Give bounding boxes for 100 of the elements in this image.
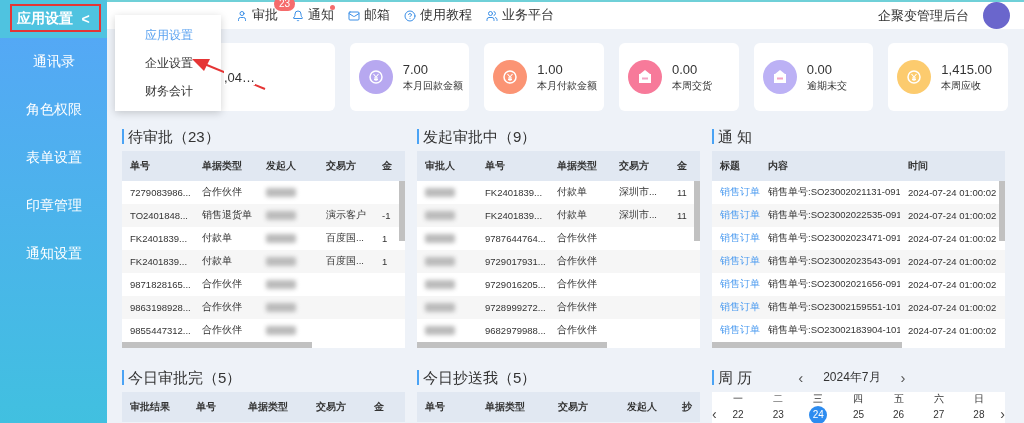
weekday-label: 四 — [852, 392, 865, 406]
sidebar-title: 应用设置 — [17, 10, 74, 28]
panel-title: 发起审批中（9） — [417, 128, 537, 144]
table-cell-text: FK2401839... — [484, 187, 544, 198]
column-header: 单据类型 — [556, 159, 598, 173]
scrollbar[interactable] — [122, 342, 312, 348]
table-cell-text: 合作伙伴 — [556, 301, 598, 314]
previous-month-button[interactable]: ‹ — [798, 368, 804, 386]
previous-week-button[interactable]: ‹ — [712, 406, 717, 422]
nav-item[interactable]: 通知 — [292, 7, 334, 24]
next-week-button[interactable]: › — [1000, 406, 1005, 422]
table-cell-text: TO2401848... — [129, 210, 189, 221]
table-cell-text: 销售订单 — [719, 232, 760, 245]
table-cell-text: 合作伙伴 — [201, 324, 243, 337]
nav-item[interactable]: 邮箱 — [348, 7, 390, 24]
sale-sign-icon — [771, 70, 788, 84]
table-cell-text: 付款单 — [556, 186, 588, 199]
blurred-name — [266, 280, 296, 289]
table-cell-text: FK2401839... — [129, 233, 189, 244]
avatar[interactable] — [983, 2, 1010, 29]
table-cell-text: 9682979988... — [484, 325, 547, 336]
table-cell-text: 9871828165... — [129, 279, 192, 290]
table-cell-text: 付款单 — [201, 232, 233, 245]
blurred-name — [266, 257, 296, 266]
column-header: 单据类型 — [247, 400, 289, 414]
help-icon — [404, 9, 416, 22]
column-header: 抄 — [681, 400, 693, 414]
table-cell-text: 9729017931... — [484, 256, 547, 267]
stat-label: 本月付款金额 — [537, 79, 598, 93]
table-cell-text: 合作伙伴 — [201, 186, 243, 199]
table-cell-text: 深圳市... — [618, 186, 658, 199]
table-cell-text: 9787644764... — [484, 233, 547, 244]
count-badge: 23 — [274, 0, 296, 11]
users-icon — [486, 9, 498, 22]
panel-title: 待审批（23） — [122, 128, 220, 144]
yen-coin-icon — [368, 70, 383, 84]
table-cell-text: 合作伙伴 — [556, 278, 598, 291]
app-title: 企聚变管理后台 — [878, 6, 969, 25]
table-cell-text: 销售订单 — [719, 186, 760, 199]
table-cell-text: 销售订单 — [719, 278, 760, 291]
scrollbar[interactable] — [694, 181, 700, 241]
table-cell-text: 2024-07-24 01:00:02 — [907, 210, 998, 221]
table-cell-text: 付款单 — [201, 255, 233, 268]
blurred-name — [425, 303, 455, 312]
calendar-day[interactable]: 27 — [929, 406, 948, 423]
scrollbar[interactable] — [399, 181, 405, 241]
table-cell-text: 1 — [381, 233, 389, 244]
column-header: 审批人 — [424, 159, 456, 173]
table-cell-text: 销售退货单 — [201, 209, 253, 222]
column-header: 交易方 — [325, 159, 357, 173]
column-header: 金 — [676, 159, 688, 173]
table-cell-text: 百度国... — [325, 232, 365, 245]
table-cell-text: 销售单号:SO23002021131-091 — [767, 186, 900, 199]
weekday-label: 一 — [732, 392, 745, 406]
blurred-name — [266, 234, 296, 243]
blurred-name — [266, 188, 296, 197]
table-cell-text: 11 — [676, 210, 688, 221]
calendar-day[interactable]: 26 — [889, 406, 908, 423]
table-cell-text: 2024-07-24 01:00:02 — [907, 325, 998, 336]
next-month-button[interactable]: › — [900, 368, 906, 386]
table-cell-text: 9855447312... — [129, 325, 192, 336]
table-cell-text: 2024-07-24 01:00:02 — [907, 256, 998, 267]
nav-item[interactable]: 业务平台 — [486, 7, 554, 24]
weekday-label: 六 — [932, 392, 945, 406]
table-cell-text: 合作伙伴 — [556, 232, 598, 245]
weekday-label: 五 — [892, 392, 905, 406]
calendar-day[interactable]: 22 — [729, 406, 748, 423]
scrollbar[interactable] — [999, 181, 1005, 241]
menu-item[interactable]: 财务会计 — [115, 77, 221, 105]
panel-title: 今日审批完（5） — [122, 369, 242, 385]
table-cell-text: 百度国... — [325, 255, 365, 268]
menu-item[interactable]: 企业设置 — [115, 49, 221, 77]
blurred-name — [425, 211, 455, 220]
blurred-name — [266, 211, 296, 220]
blurred-name — [425, 326, 455, 335]
column-header: 金 — [373, 400, 385, 414]
blurred-name — [266, 303, 296, 312]
blurred-name — [425, 280, 455, 289]
table-cell-text: 合作伙伴 — [201, 301, 243, 314]
nav-item[interactable]: 使用教程 — [404, 7, 472, 24]
mail-icon — [348, 9, 360, 22]
month-label: 2024年7月 — [823, 368, 881, 386]
column-header: 单号 — [484, 159, 506, 173]
column-header: 时间 — [907, 159, 929, 173]
calendar-day[interactable]: 28 — [969, 406, 988, 423]
stat-label: 本月回款金额 — [402, 79, 463, 93]
calendar-day[interactable]: 25 — [849, 406, 868, 423]
scrollbar[interactable] — [712, 342, 902, 348]
column-header: 金 — [381, 159, 393, 173]
yen-coin-icon — [503, 70, 518, 84]
column-header: 交易方 — [315, 400, 347, 414]
stat-label: 逾期未交 — [806, 79, 847, 93]
column-header: 交易方 — [557, 400, 589, 414]
column-header: 内容 — [767, 159, 789, 173]
column-header: 单据类型 — [201, 159, 243, 173]
stat-label: 本周应收 — [941, 79, 983, 93]
scrollbar[interactable] — [417, 342, 607, 348]
table-cell-text: 9729016205... — [484, 279, 547, 290]
table-cell-text: 销售订单 — [719, 301, 760, 314]
calendar-day[interactable]: 23 — [769, 406, 788, 423]
